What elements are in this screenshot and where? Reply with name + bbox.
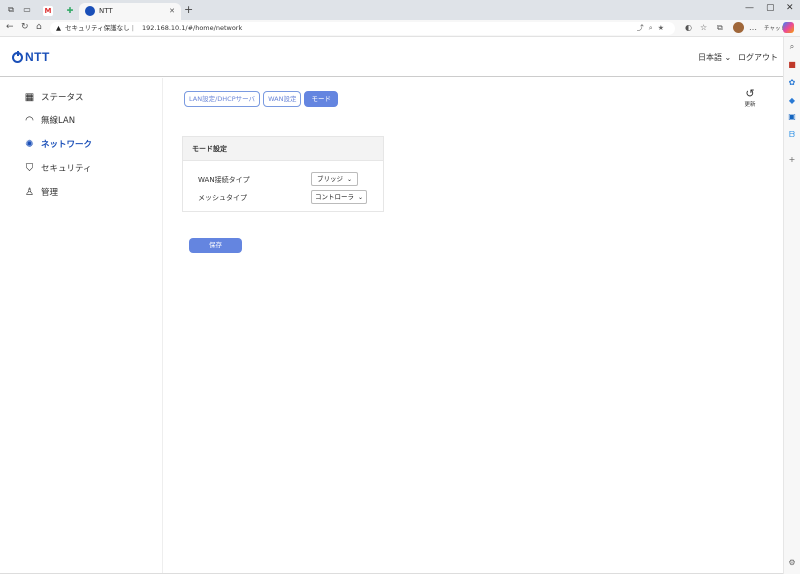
pinned-tab-icon: ✚: [66, 6, 74, 15]
url-text: 192.168.10.1/#/home/network: [141, 24, 243, 32]
search-icon[interactable]: ⌕: [787, 42, 797, 52]
logo-text: NTT: [25, 50, 50, 64]
new-tab-icon[interactable]: +: [184, 3, 193, 17]
mesh-type-label: メッシュタイプ: [198, 194, 247, 202]
tab-lan-dhcp[interactable]: LAN設定/DHCPサーバ: [184, 91, 261, 107]
close-window-icon[interactable]: ✕: [786, 3, 794, 13]
close-tab-icon[interactable]: ✕: [169, 3, 175, 20]
add-sidebar-icon[interactable]: +: [787, 155, 797, 165]
sidebar-item-status[interactable]: ▦ ステータス: [24, 90, 84, 104]
bing-icon[interactable]: ᗷ: [787, 130, 797, 140]
tab-mode[interactable]: モード: [304, 91, 338, 107]
refresh-label: 更新: [744, 102, 756, 108]
mesh-type-select[interactable]: コントローラ ⌄: [311, 190, 368, 204]
sidebar-item-wireless[interactable]: ◠ 無線LAN: [24, 113, 75, 127]
ntt-logo-icon: [12, 50, 23, 63]
url-tools-icon[interactable]: ⤴⌕★: [637, 22, 669, 35]
maximize-icon[interactable]: ▢: [766, 3, 775, 13]
tab-ntt[interactable]: NTT ✕: [79, 3, 181, 20]
extension-icon[interactable]: ◐: [685, 23, 692, 32]
home-icon[interactable]: ⌂: [36, 22, 42, 32]
copilot-icon[interactable]: [783, 22, 794, 33]
refresh-icon: ↺: [745, 87, 755, 100]
mesh-type-value: コントローラ: [315, 193, 354, 201]
chevron-down-icon: ⌄: [358, 194, 364, 201]
shopping-icon[interactable]: ■: [787, 60, 797, 70]
page-header: NTT 日本語 ⌄ ログアウト: [0, 37, 783, 77]
url-separator: |: [131, 24, 136, 32]
wan-type-value: ブリッジ: [317, 175, 343, 183]
tab-gmail[interactable]: M: [40, 3, 60, 20]
sidebar-item-security[interactable]: ⛉ セキュリティ: [24, 161, 92, 175]
gmail-icon: M: [43, 6, 53, 16]
url-field[interactable]: ▲ セキュリティ保護なし | 192.168.10.1/#/home/networ…: [50, 22, 675, 35]
chevron-down-icon: ⌄: [724, 53, 732, 62]
sidebar-nav: ▦ ステータス ◠ 無線LAN ✺ ネットワーク ⛉ セキュリティ ♙ 管理: [0, 78, 163, 574]
mode-settings-card: モード設定 WAN接続タイプ ブリッジ ⌄ メッシュタイプ コントローラ ⌄: [182, 136, 384, 212]
dashboard-icon: ▦: [24, 91, 35, 103]
sidebar-item-admin[interactable]: ♙ 管理: [24, 185, 58, 199]
wan-type-select[interactable]: ブリッジ ⌄: [311, 172, 359, 186]
tools-icon[interactable]: ✿: [787, 78, 797, 88]
tab-actions-icon[interactable]: ▭: [21, 4, 33, 16]
wan-type-row: WAN接続タイプ ブリッジ ⌄: [198, 172, 370, 186]
warning-icon: ▲: [56, 24, 61, 32]
logout-link[interactable]: ログアウト: [738, 52, 778, 63]
more-menu-icon[interactable]: …: [749, 23, 757, 32]
shield-icon: ⛉: [25, 162, 34, 174]
minimize-icon[interactable]: —: [745, 3, 754, 13]
favorites-icon[interactable]: ☆: [700, 23, 707, 32]
tab-title: NTT: [99, 7, 113, 15]
workspaces-icon[interactable]: ⧉: [5, 4, 17, 16]
sidebar-item-label: 管理: [41, 188, 59, 198]
sidebar-item-label: 無線LAN: [41, 116, 76, 126]
refresh-button[interactable]: ↺ 更新: [739, 87, 761, 108]
ntt-logo: NTT: [12, 50, 50, 64]
sidebar-settings-icon[interactable]: ⚙: [787, 558, 797, 568]
user-icon: ♙: [25, 186, 34, 198]
language-label: 日本語: [698, 53, 722, 62]
reload-icon[interactable]: ↻: [21, 22, 29, 32]
chevron-down-icon: ⌄: [347, 176, 353, 183]
games-icon[interactable]: ◆: [787, 96, 797, 106]
wan-type-label: WAN接続タイプ: [198, 176, 250, 184]
language-selector[interactable]: 日本語 ⌄: [698, 52, 731, 63]
outlook-icon[interactable]: ▣: [787, 112, 797, 122]
edge-sidebar: ⌕ ■ ✿ ◆ ▣ ᗷ + ⚙: [783, 37, 800, 574]
profile-avatar[interactable]: [733, 22, 744, 33]
wifi-icon: ◠: [25, 114, 34, 126]
card-title: モード設定: [183, 137, 383, 161]
sidebar-item-network[interactable]: ✺ ネットワーク: [24, 137, 92, 151]
security-label: セキュリティ保護なし: [65, 24, 130, 32]
browser-tab-bar: ⧉ ▭ M ✚ NTT ✕ + — ▢ ✕: [0, 0, 800, 20]
mesh-type-row: メッシュタイプ コントローラ ⌄: [198, 190, 370, 204]
network-icon: ✺: [25, 138, 34, 150]
sidebar-item-label: ネットワーク: [41, 140, 93, 150]
settings-tabs: LAN設定/DHCPサーバ WAN設定 モード: [184, 91, 341, 107]
sidebar-item-label: ステータス: [41, 93, 84, 103]
save-button[interactable]: 保存: [189, 238, 242, 253]
sidebar-item-label: セキュリティ: [41, 164, 92, 174]
router-admin-page: NTT 日本語 ⌄ ログアウト ▦ ステータス ◠ 無線LAN ✺ ネットワーク…: [0, 37, 783, 574]
ntt-favicon-icon: [85, 6, 95, 16]
address-bar-row: ← ↻ ⌂ ▲ セキュリティ保護なし | 192.168.10.1/#/home/…: [0, 20, 800, 37]
collections-icon[interactable]: ⧉: [717, 23, 723, 33]
tab-wan[interactable]: WAN設定: [263, 91, 302, 107]
back-icon[interactable]: ←: [6, 22, 14, 32]
tab-pinned[interactable]: ✚: [62, 3, 78, 20]
